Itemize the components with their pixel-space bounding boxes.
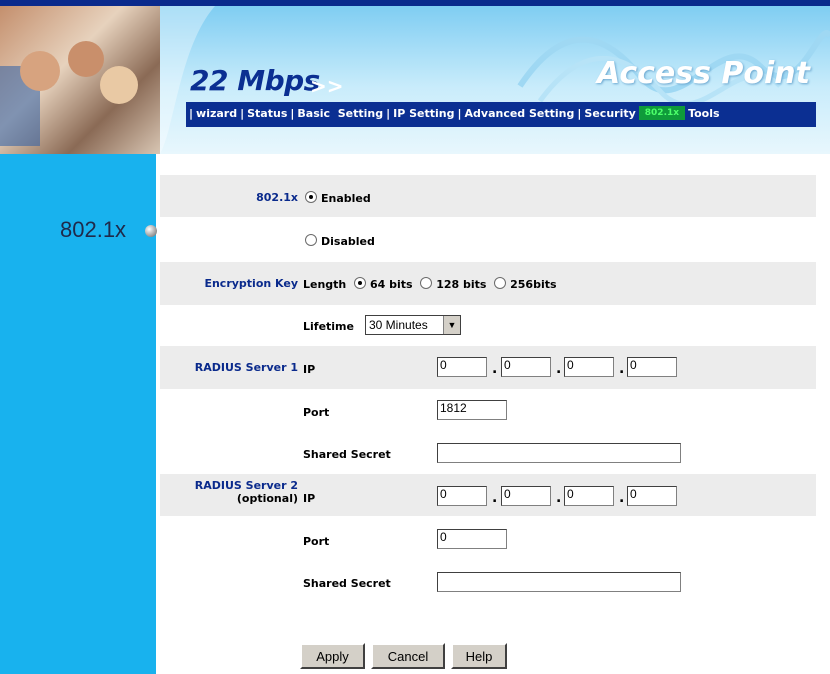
ip-dot: . xyxy=(619,490,625,506)
chevron-down-icon[interactable]: ▼ xyxy=(443,316,460,334)
radio-64bits[interactable] xyxy=(353,277,366,289)
cancel-button[interactable]: Cancel xyxy=(371,643,445,669)
brand-arrow: >> xyxy=(310,74,344,98)
menu-underline xyxy=(186,124,816,127)
apply-button[interactable]: Apply xyxy=(300,643,365,669)
brand-speed: 22 Mbps xyxy=(190,64,320,97)
radius1-port-label: Port xyxy=(303,406,330,419)
radius1-port-input[interactable]: 1812 xyxy=(437,400,507,420)
radius1-ip-octet-3[interactable]: 0 xyxy=(564,357,614,377)
sphere-bullet-icon xyxy=(145,225,157,237)
menu-separator: | xyxy=(189,106,194,120)
disabled-label: Disabled xyxy=(321,235,375,248)
radio-disabled[interactable] xyxy=(305,234,317,246)
menu-8021x-active[interactable]: 802.1x xyxy=(638,106,686,120)
length-row: Length 64 bits 128 bits 256bits xyxy=(303,277,557,291)
dot1x-enabled-option[interactable]: Enabled xyxy=(305,191,371,205)
menu-status[interactable]: Status xyxy=(247,107,287,120)
radius1-secret-input[interactable] xyxy=(437,443,681,463)
radius2-ip-octet-2[interactable]: 0 xyxy=(501,486,551,506)
sidebar-page-label: 802.1x xyxy=(60,217,127,242)
ip-dot: . xyxy=(619,361,625,377)
ip-dot: . xyxy=(556,490,562,506)
radio-enabled[interactable] xyxy=(305,191,317,203)
radius1-ip-octet-1[interactable]: 0 xyxy=(437,357,487,377)
radius2-label: RADIUS Server 2 (optional) xyxy=(195,479,298,505)
lifetime-label: Lifetime xyxy=(303,320,354,333)
radius2-port-label: Port xyxy=(303,535,330,548)
length-label: Length xyxy=(303,278,347,291)
radio-256bits[interactable] xyxy=(494,277,507,289)
help-button[interactable]: Help xyxy=(451,643,507,669)
radius2-secret-label: Shared Secret xyxy=(303,577,391,590)
ip-dot: . xyxy=(492,361,498,377)
radius2-label-line2: (optional) xyxy=(236,492,298,505)
lifetime-value: 30 Minutes xyxy=(369,318,428,332)
option-128bits: 128 bits xyxy=(436,278,487,291)
menu-separator: | xyxy=(386,106,391,120)
ip-dot: . xyxy=(556,361,562,377)
ip-dot: . xyxy=(492,490,498,506)
enabled-label: Enabled xyxy=(321,192,371,205)
menu-security[interactable]: Security xyxy=(584,107,635,120)
product-title: Access Point xyxy=(597,56,810,91)
radius1-ip-octet-4[interactable]: 0 xyxy=(627,357,677,377)
option-64bits: 64 bits xyxy=(369,278,413,291)
menu-advanced-setting[interactable]: Advanced Setting xyxy=(465,107,575,120)
menu-separator: | xyxy=(457,106,462,120)
dot1x-disabled-option[interactable]: Disabled xyxy=(305,234,375,248)
dot1x-label: 802.1x xyxy=(256,191,298,204)
lifetime-select[interactable]: 30 Minutes ▼ xyxy=(365,315,461,335)
menu-ip-setting[interactable]: IP Setting xyxy=(393,107,454,120)
radius1-ip-label: IP xyxy=(303,363,316,376)
radio-128bits[interactable] xyxy=(420,277,433,289)
menu-separator: | xyxy=(290,106,295,120)
radius2-ip-octet-1[interactable]: 0 xyxy=(437,486,487,506)
option-256bits: 256bits xyxy=(510,278,557,291)
menu-separator: | xyxy=(240,106,245,120)
radius1-ip-octet-2[interactable]: 0 xyxy=(501,357,551,377)
menu-wizard[interactable]: wizard xyxy=(196,107,237,120)
radius1-secret-label: Shared Secret xyxy=(303,448,391,461)
radius2-ip-label: IP xyxy=(303,492,316,505)
menu-tools[interactable]: Tools xyxy=(688,107,719,120)
header-banner: 22 Mbps >> Access Point xyxy=(0,6,830,154)
radius1-label: RADIUS Server 1 xyxy=(194,361,298,374)
radius2-ip-octet-3[interactable]: 0 xyxy=(564,486,614,506)
radius2-ip-octet-4[interactable]: 0 xyxy=(627,486,677,506)
encryption-key-label: Encryption Key xyxy=(204,277,298,290)
radius2-secret-input[interactable] xyxy=(437,572,681,592)
menu-separator: | xyxy=(577,106,582,120)
radius2-port-input[interactable]: 0 xyxy=(437,529,507,549)
menu-basic-setting[interactable]: Basic Setting xyxy=(297,107,383,120)
radius2-label-line1: RADIUS Server 2 xyxy=(194,479,298,492)
top-menu: | wizard | Status | Basic Setting | IP S… xyxy=(186,102,816,124)
